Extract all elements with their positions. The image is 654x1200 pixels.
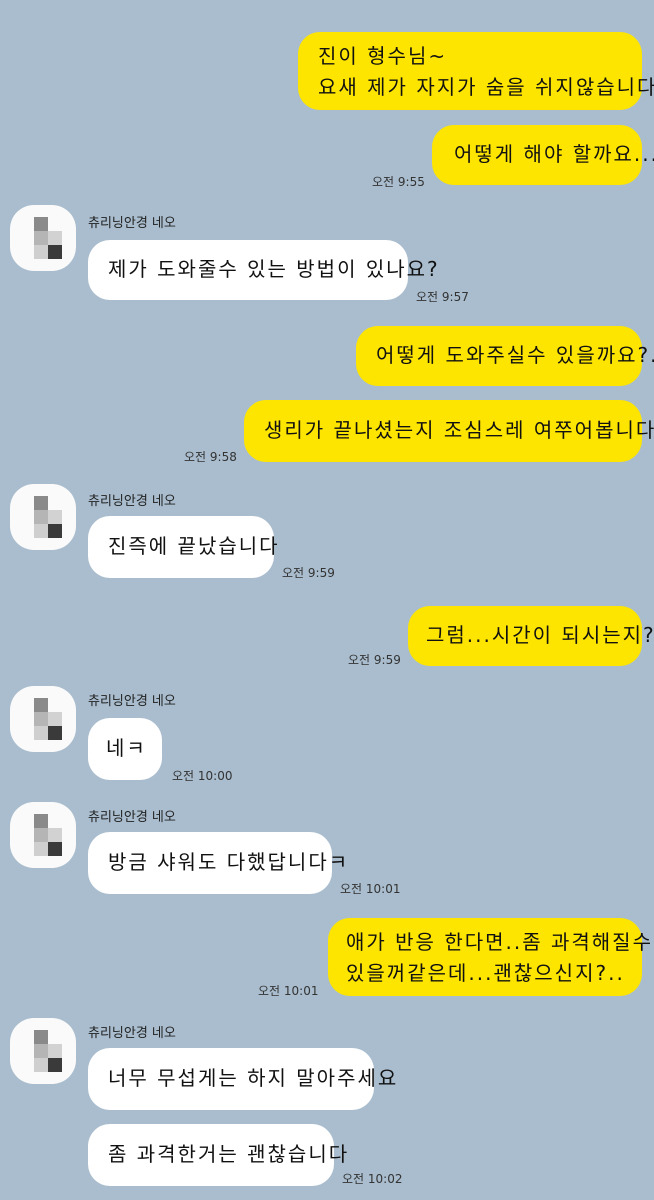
message-line: 진이 형수님~ [318,44,448,68]
avatar-pixel [34,217,48,231]
avatar-pixel [48,828,62,842]
contact-avatar[interactable] [10,802,76,868]
avatar-pixel [34,698,48,712]
avatar-pixel [34,1058,48,1072]
message-bubble-mine[interactable]: 어떻게 해야 할까요... [432,125,654,185]
message-line: 어떻게 해야 할까요... [454,142,654,166]
message-line: 애가 반응 한다면..좀 과격해질수도 [346,930,654,954]
contact-name: 츄리닝안경 네오 [88,494,176,509]
contact-name: 츄리닝안경 네오 [88,1026,176,1041]
message-line: 제가 도와줄수 있는 방법이 있나요? [108,257,440,281]
message-line: 그럼...시간이 되시는지? [426,623,654,647]
message-bubble-theirs[interactable]: 너무 무섭게는 하지 말아주세요 [88,1048,399,1110]
avatar-pixel [48,245,62,259]
contact-avatar[interactable] [10,1018,76,1084]
message-time: 오전 10:01 [258,984,319,998]
message-line: 어떻게 도와주실수 있을까요?.. [376,343,654,367]
message-time: 오전 10:01 [340,882,401,896]
avatar-pixel [48,231,62,245]
avatar-pixel [34,524,48,538]
message-bubble-theirs[interactable]: 방금 샤워도 다했답니다ㅋ [88,832,350,894]
message-line: 요새 제가 자지가 숨을 쉬지않습니다... [318,75,654,99]
message-bubble-mine[interactable]: 진이 형수님~ 요새 제가 자지가 숨을 쉬지않습니다... [298,32,654,110]
message-line: 너무 무섭게는 하지 말아주세요 [108,1066,399,1090]
message-time: 오전 9:55 [372,175,425,189]
message-bubble-mine[interactable]: 생리가 끝나셨는지 조심스레 여쭈어봅니다..? [244,400,654,462]
contact-name: 츄리닝안경 네오 [88,694,176,709]
avatar-pixel [48,510,62,524]
message-bubble-theirs[interactable]: 제가 도와줄수 있는 방법이 있나요? [88,240,440,300]
avatar-pixel [34,828,48,842]
contact-name: 츄리닝안경 네오 [88,216,176,231]
avatar-pixel [48,1044,62,1058]
avatar-pixel [48,524,62,538]
avatar-pixel [34,726,48,740]
message-time: 오전 9:57 [416,290,469,304]
message-bubble-mine[interactable]: 애가 반응 한다면..좀 과격해질수도 있을꺼같은데...괜찮으신지?.. [328,918,654,996]
avatar-pixel [48,1058,62,1072]
avatar-pixel [34,231,48,245]
avatar-pixel [34,496,48,510]
message-line: 생리가 끝나셨는지 조심스레 여쭈어봅니다..? [264,418,654,442]
message-bubble-mine[interactable]: 그럼...시간이 되시는지? [408,606,654,666]
message-bubble-theirs[interactable]: 좀 과격한거는 괜찮습니다 [88,1124,350,1186]
message-time: 오전 10:00 [172,769,233,783]
message-line: 방금 샤워도 다했답니다ㅋ [108,850,350,874]
avatar-pixel [34,814,48,828]
avatar-pixel [34,1044,48,1058]
contact-name: 츄리닝안경 네오 [88,810,176,825]
contact-avatar[interactable] [10,484,76,550]
message-line: 있을꺼같은데...괜찮으신지?.. [346,961,625,985]
contact-avatar[interactable] [10,205,76,271]
message-time: 오전 10:02 [342,1172,403,1186]
avatar-pixel [34,510,48,524]
avatar-pixel [48,712,62,726]
avatar-pixel [48,842,62,856]
avatar-pixel [34,712,48,726]
message-line: 진즉에 끝났습니다 [108,534,280,558]
message-bubble-theirs[interactable]: 네ㅋ [88,718,162,780]
message-time: 오전 9:59 [348,653,401,667]
message-bubble-theirs[interactable]: 진즉에 끝났습니다 [88,516,280,578]
message-line: 네ㅋ [106,736,147,760]
message-time: 오전 9:59 [282,566,335,580]
avatar-pixel [34,245,48,259]
message-bubble-mine[interactable]: 어떻게 도와주실수 있을까요?.. [356,326,654,386]
message-time: 오전 9:58 [184,450,237,464]
message-line: 좀 과격한거는 괜찮습니다 [108,1142,350,1166]
avatar-pixel [34,1030,48,1044]
contact-avatar[interactable] [10,686,76,752]
avatar-pixel [48,726,62,740]
avatar-pixel [34,842,48,856]
